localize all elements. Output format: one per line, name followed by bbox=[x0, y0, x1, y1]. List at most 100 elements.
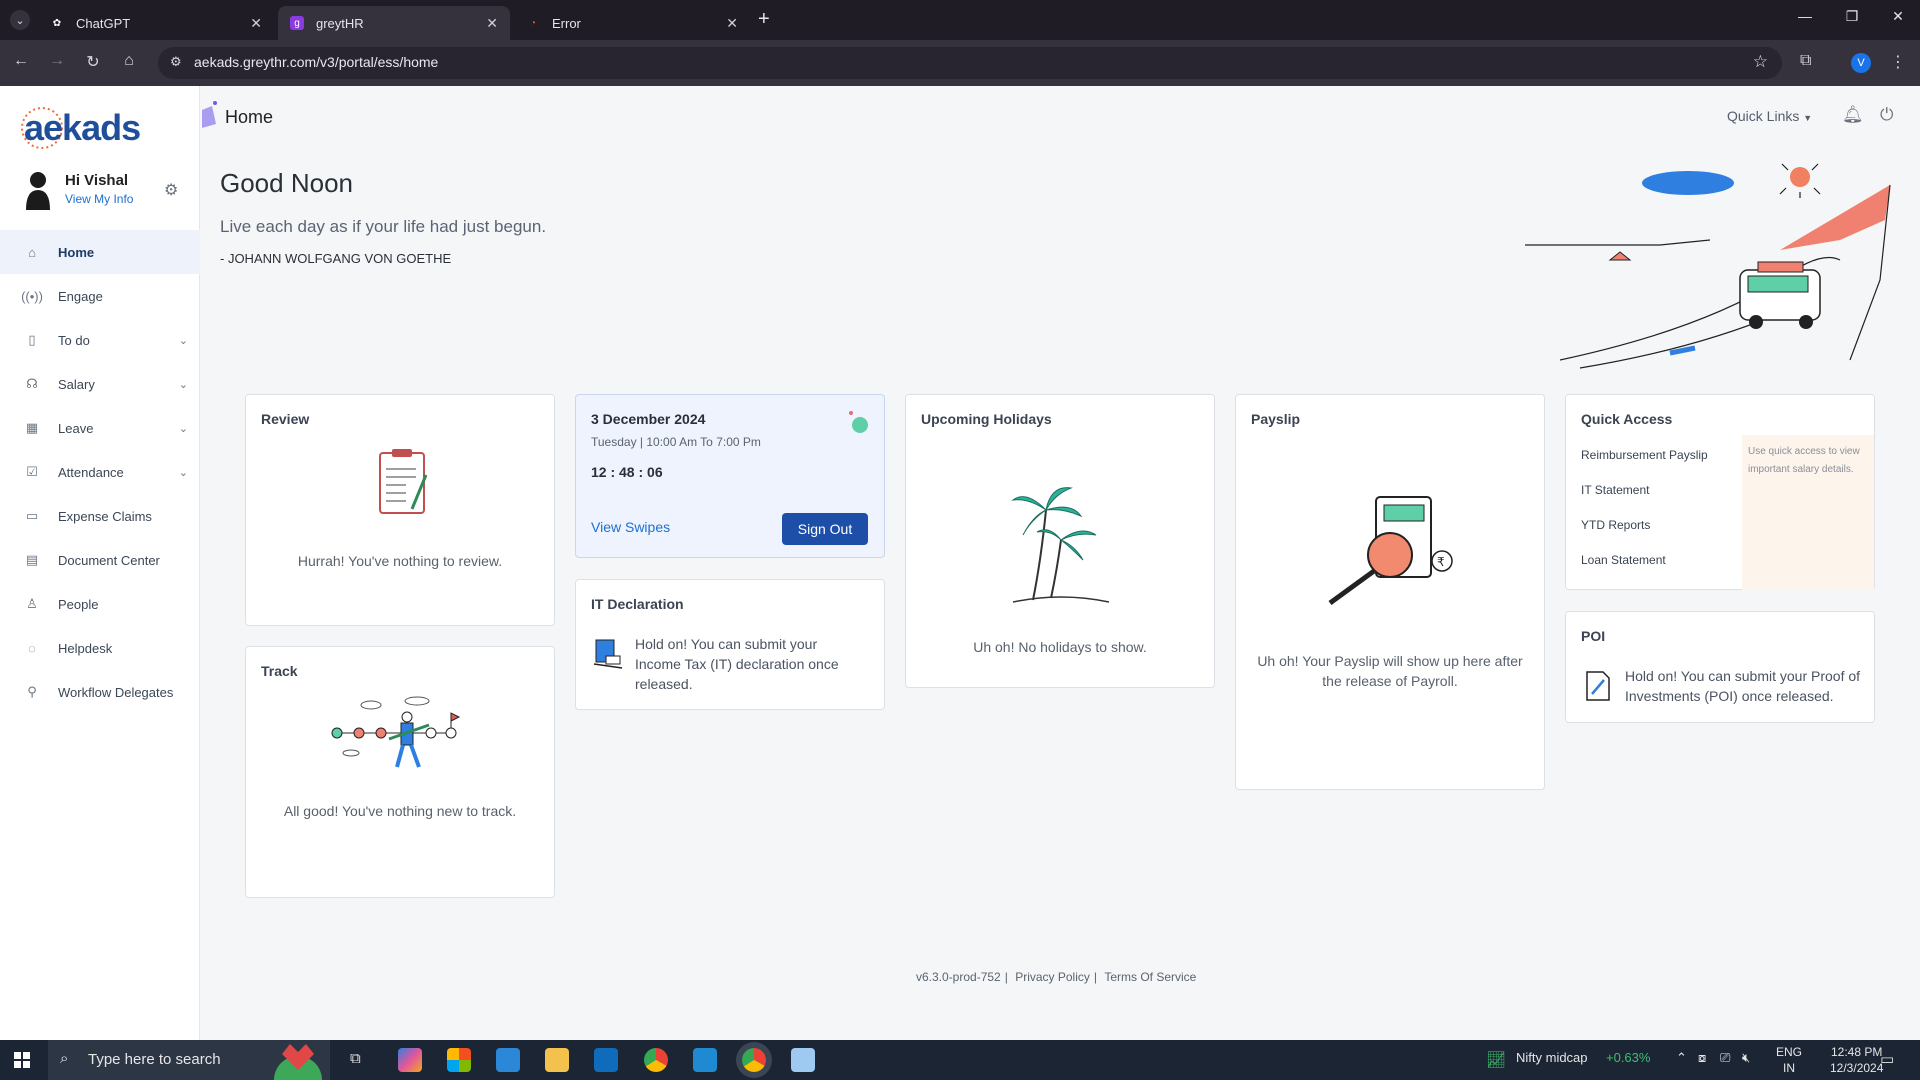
close-tab-icon[interactable]: ✕ bbox=[486, 15, 498, 32]
tab-error[interactable]: ◔ Error ✕ bbox=[514, 6, 750, 40]
attendance-date: 3 December 2024 bbox=[591, 411, 706, 427]
quote-author: - JOHANN WOLFGANG VON GOETHE bbox=[220, 251, 452, 266]
home-icon[interactable]: ⌂ bbox=[118, 52, 140, 70]
vscode-icon[interactable] bbox=[693, 1048, 717, 1072]
tab-greythr[interactable]: g greytHR ✕ bbox=[278, 6, 510, 40]
sidebar-item-salary[interactable]: ☊ Salary ⌄ bbox=[0, 362, 200, 406]
reload-icon[interactable]: ↻ bbox=[82, 52, 104, 72]
url-text[interactable]: aekads.greythr.com/v3/portal/ess/home bbox=[194, 54, 438, 70]
quick-link-ytd-reports[interactable]: YTD Reports bbox=[1581, 518, 1650, 532]
current-time: 12 : 48 : 06 bbox=[591, 464, 663, 480]
sidebar-item-label: Home bbox=[58, 244, 95, 260]
task-view-icon[interactable]: ⧉ bbox=[350, 1050, 361, 1067]
company-logo[interactable]: aekads bbox=[18, 102, 178, 160]
sidebar-item-label: Expense Claims bbox=[58, 508, 152, 524]
tab-search-button[interactable]: ⌄ bbox=[10, 10, 30, 30]
document-icon: ▤ bbox=[25, 552, 39, 567]
privacy-policy-link[interactable]: Privacy Policy bbox=[1015, 970, 1090, 984]
windows-start-icon[interactable] bbox=[14, 1052, 30, 1068]
svg-text:aekads: aekads bbox=[24, 107, 140, 148]
bookmark-star-icon[interactable]: ☆ bbox=[1753, 52, 1768, 72]
clock-time: 12:48 PM bbox=[1831, 1045, 1883, 1059]
system-clock[interactable]: 12:48 PM 12/3/2024 bbox=[1830, 1044, 1883, 1076]
language-code: ENG bbox=[1776, 1045, 1803, 1059]
sidebar-item-label: Document Center bbox=[58, 552, 160, 568]
quick-link-reimbursement-payslip[interactable]: Reimbursement Payslip bbox=[1581, 448, 1708, 462]
sidebar-item-attendance[interactable]: ☑ Attendance ⌄ bbox=[0, 450, 200, 494]
sidebar-item-todo[interactable]: ▯ To do ⌄ bbox=[0, 318, 200, 362]
microsoft-store-icon[interactable] bbox=[447, 1048, 471, 1072]
file-explorer-icon[interactable] bbox=[545, 1048, 569, 1072]
settings-gear-icon[interactable]: ⚙ bbox=[164, 180, 178, 200]
ticker-name[interactable]: Nifty midcap bbox=[1516, 1050, 1588, 1065]
laptop-document-icon bbox=[593, 639, 623, 669]
chevron-down-icon: ⌄ bbox=[178, 422, 188, 435]
view-my-info-link[interactable]: View My Info bbox=[65, 192, 133, 206]
address-bar[interactable]: ⚙ aekads.greythr.com/v3/portal/ess/home … bbox=[158, 47, 1782, 79]
track-message: All good! You've nothing new to track. bbox=[283, 803, 517, 819]
close-tab-icon[interactable]: ✕ bbox=[726, 15, 738, 32]
chevron-down-icon: ⌄ bbox=[178, 334, 188, 347]
windows-taskbar: ⌕ Type here to search ⧉ 📈︎ Nifty midcap … bbox=[0, 1040, 1920, 1080]
back-icon[interactable]: ← bbox=[10, 52, 32, 70]
wallet-icon: ▭ bbox=[25, 508, 39, 523]
extensions-icon[interactable]: ⧉ bbox=[1800, 52, 1811, 70]
quick-access-card: Quick Access Reimbursement Payslip IT St… bbox=[1565, 394, 1875, 590]
notification-bell-icon[interactable]: 🔔︎ bbox=[1842, 105, 1864, 125]
quote-text: Live each day as if your life had just b… bbox=[220, 217, 547, 236]
forward-icon[interactable]: → bbox=[46, 52, 68, 70]
card-title: Track bbox=[261, 663, 298, 679]
terms-of-service-link[interactable]: Terms Of Service bbox=[1104, 970, 1196, 984]
browser-menu-icon[interactable]: ⋮ bbox=[1890, 52, 1906, 72]
restore-button[interactable]: ❐ bbox=[1832, 8, 1872, 25]
volume-muted-icon[interactable]: 🔇︎ bbox=[1742, 1050, 1750, 1066]
close-tab-icon[interactable]: ✕ bbox=[250, 15, 262, 32]
new-tab-button[interactable]: + bbox=[758, 8, 770, 31]
status-indicator-small bbox=[849, 411, 853, 415]
chrome-icon[interactable] bbox=[644, 1048, 668, 1072]
meet-icon[interactable]: ⧇ bbox=[1698, 1050, 1706, 1066]
sidebar-item-label: Helpdesk bbox=[58, 640, 113, 656]
sidebar-item-label: Attendance bbox=[58, 464, 124, 480]
site-info-icon[interactable]: ⚙ bbox=[170, 54, 182, 70]
show-hidden-icons-icon[interactable]: ⌃ bbox=[1676, 1050, 1687, 1066]
sidebar-item-workflow-delegates[interactable]: ⚲ Workflow Delegates bbox=[0, 670, 200, 714]
network-icon[interactable]: ⎚ bbox=[1720, 1050, 1730, 1066]
quick-links-dropdown[interactable]: Quick Links ▼ bbox=[1727, 108, 1812, 124]
tab-title: greytHR bbox=[316, 15, 364, 31]
sidebar-item-helpdesk[interactable]: ◌ Helpdesk bbox=[0, 626, 200, 670]
sidebar-item-leave[interactable]: ▦ Leave ⌄ bbox=[0, 406, 200, 450]
shift-timing: Tuesday | 10:00 Am To 7:00 Pm bbox=[591, 435, 761, 449]
checklist-icon: ☑ bbox=[26, 464, 38, 479]
quick-link-loan-statement[interactable]: Loan Statement bbox=[1581, 553, 1666, 567]
minimize-button[interactable]: — bbox=[1785, 8, 1825, 24]
notepad-icon[interactable] bbox=[791, 1048, 815, 1072]
quick-link-it-statement[interactable]: IT Statement bbox=[1581, 483, 1649, 497]
taskbar-search-box[interactable]: ⌕ Type here to search bbox=[48, 1040, 330, 1080]
svg-text:₹: ₹ bbox=[1437, 555, 1445, 569]
tab-chatgpt[interactable]: ✿ ChatGPT ✕ bbox=[38, 6, 274, 40]
clipboard-icon: ▯ bbox=[28, 332, 36, 347]
sidebar-item-document-center[interactable]: ▤ Document Center bbox=[0, 538, 200, 582]
sign-out-button[interactable]: Sign Out bbox=[782, 513, 868, 545]
language-indicator[interactable]: ENG IN bbox=[1776, 1044, 1802, 1076]
palm-tree-illustration-icon bbox=[1011, 487, 1110, 603]
view-swipes-link[interactable]: View Swipes bbox=[591, 519, 670, 535]
card-title: IT Declaration bbox=[591, 596, 684, 612]
sidebar-item-engage[interactable]: ((•)) Engage bbox=[0, 274, 200, 318]
sidebar-item-people[interactable]: ♙ People bbox=[0, 582, 200, 626]
profile-avatar[interactable]: V bbox=[1851, 53, 1871, 73]
calendar-icon: ▦ bbox=[25, 420, 39, 435]
user-avatar-icon[interactable] bbox=[24, 170, 52, 210]
sidebar-item-expense-claims[interactable]: ▭ Expense Claims bbox=[0, 494, 200, 538]
close-window-button[interactable]: ✕ bbox=[1878, 8, 1918, 25]
copilot-icon[interactable] bbox=[398, 1048, 422, 1072]
notification-center-icon[interactable]: ▭ bbox=[1880, 1050, 1894, 1068]
power-logout-icon[interactable]: ⏻ bbox=[1880, 105, 1893, 125]
store-bag-icon[interactable] bbox=[496, 1048, 520, 1072]
outlook-icon[interactable] bbox=[594, 1048, 618, 1072]
card-title: Quick Access bbox=[1581, 411, 1673, 427]
page-footer: v6.3.0-prod-752 | Privacy Policy | Terms O… bbox=[916, 970, 1197, 984]
sidebar-item-home[interactable]: ⌂ Home bbox=[0, 230, 200, 274]
chrome-active-icon[interactable] bbox=[742, 1048, 766, 1072]
